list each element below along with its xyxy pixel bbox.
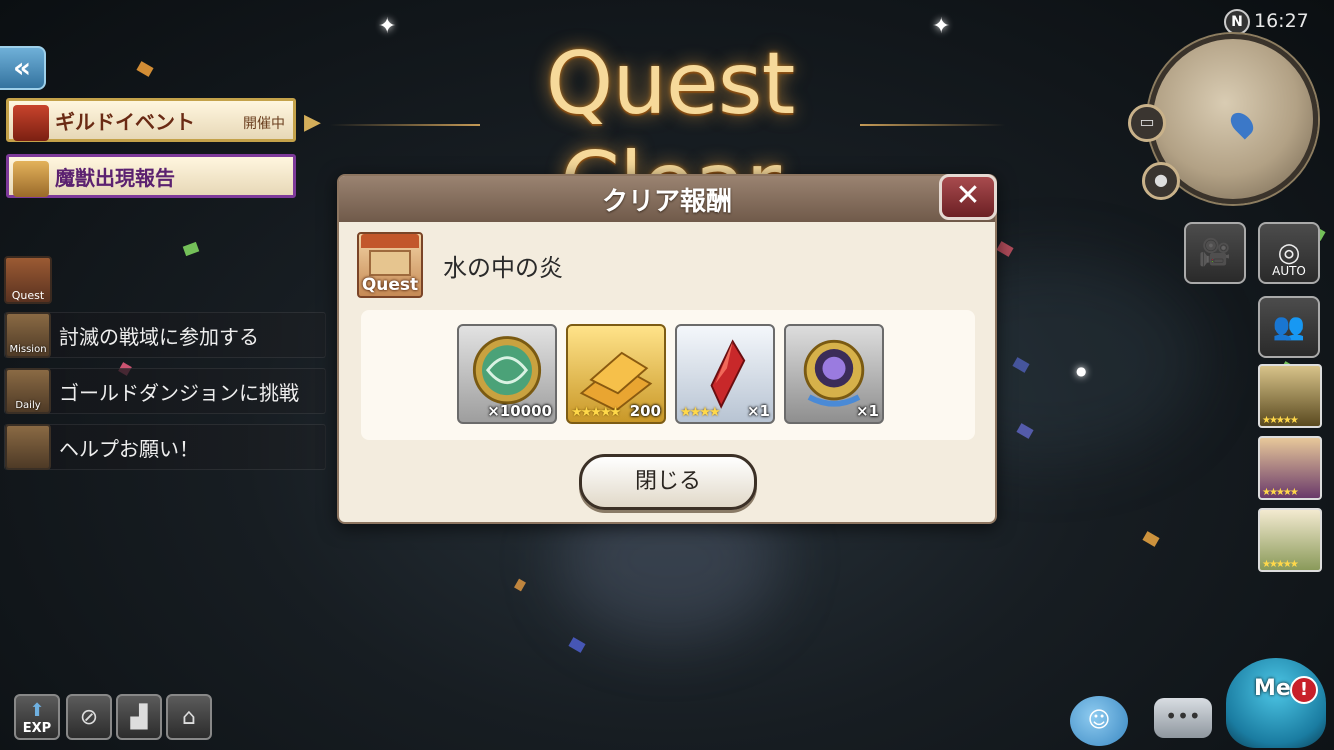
confetti	[568, 637, 586, 653]
exp-label: EXP	[22, 721, 52, 736]
arrow-up-icon: ⬆	[29, 699, 45, 721]
reward-quantity: ×1	[855, 402, 879, 420]
daily-tag: Daily	[15, 400, 41, 411]
party-portrait[interactable]: ★★★★★	[1258, 436, 1322, 500]
sparkle: ✦	[932, 14, 951, 39]
help-text: ヘルプお願い！	[59, 436, 199, 461]
party-members-icon: 👥	[1272, 312, 1306, 342]
reward-crystal[interactable]: ★★★★ ×1	[675, 324, 775, 424]
party-button[interactable]: 👥	[1258, 296, 1320, 358]
boots-button[interactable]: ▟	[116, 694, 162, 740]
boots-icon: ▟	[130, 704, 148, 730]
quest-menu-button[interactable]: Quest	[4, 256, 52, 304]
clock: 16:27	[1254, 10, 1309, 32]
mission-tag: Mission	[9, 344, 47, 355]
confetti	[996, 241, 1014, 257]
mission-text: 討滅の戦域に参加する	[59, 324, 259, 349]
reward-quantity: ×1	[746, 402, 770, 420]
sparkle: ●	[1076, 364, 1087, 378]
clear-reward-dialog: クリア報酬 ✕ Quest 水の中の炎 ×10000 ★★★★★ 200 ★★★…	[337, 174, 997, 524]
guild-event-label: ギルドイベント	[55, 109, 195, 134]
daily-icon: Daily	[5, 368, 51, 414]
coin-icon: ⊘	[79, 704, 99, 730]
reward-medal[interactable]: ×10000	[457, 324, 557, 424]
reward-spirit-stone[interactable]: ×1	[784, 324, 884, 424]
close-button[interactable]: ✕	[939, 174, 997, 220]
coin-button[interactable]: ⊘	[66, 694, 112, 740]
help-box-icon	[5, 424, 51, 470]
double-chevron-left-icon: «	[12, 51, 32, 84]
reward-rarity-stars: ★★★★★	[571, 405, 621, 420]
chat-dots-icon: •••	[1165, 704, 1201, 728]
reward-gold[interactable]: ★★★★★ 200	[566, 324, 666, 424]
portrait-stars: ★★★★★	[1262, 559, 1299, 570]
emote-button[interactable]: ☺	[1070, 696, 1128, 746]
daily-item[interactable]: Daily ゴールドダンジョンに挑戦	[4, 368, 326, 414]
cage-button[interactable]: ⌂	[166, 694, 212, 740]
quest-info: Quest 水の中の炎	[357, 232, 563, 298]
map-zoom-button[interactable]: ●	[1142, 162, 1180, 200]
mission-item[interactable]: Mission 討滅の戦域に参加する	[4, 312, 326, 358]
map-toggle-button[interactable]: ▭	[1128, 104, 1166, 142]
beast-report-label: 魔獣出現報告	[55, 165, 175, 190]
daily-text: ゴールドダンジョンに挑戦	[59, 380, 299, 405]
portrait-stars: ★★★★★	[1262, 487, 1299, 498]
auto-button[interactable]: ◎ AUTO	[1258, 222, 1320, 284]
mission-icon: Mission	[5, 312, 51, 358]
guild-flag-icon	[13, 105, 49, 141]
video-camera-icon: 🎥	[1198, 238, 1232, 268]
confetti	[182, 241, 200, 257]
dialog-header: クリア報酬	[339, 176, 995, 222]
reward-rarity-stars: ★★★★	[680, 405, 721, 420]
sparkle: ✦	[378, 14, 397, 39]
map-icon: ▭	[1139, 112, 1155, 131]
party-portrait[interactable]: ★★★★★	[1258, 364, 1322, 428]
quest-badge-icon: Quest	[357, 232, 423, 298]
help-item[interactable]: ヘルプお願い！	[4, 424, 326, 470]
auto-label: AUTO	[1272, 264, 1306, 278]
confetti	[136, 61, 154, 77]
reward-panel: ×10000 ★★★★★ 200 ★★★★ ×1 ×1	[361, 310, 975, 440]
quest-menu-label: Quest	[11, 289, 45, 302]
exp-button[interactable]: ⬆ EXP	[14, 694, 60, 740]
alert-badge-icon: !	[1290, 676, 1318, 704]
quest-badge-label: Quest	[361, 275, 419, 295]
player-marker-icon	[1226, 108, 1258, 140]
portrait-stars: ★★★★★	[1262, 415, 1299, 426]
compass-north-icon: N	[1224, 9, 1250, 35]
back-button[interactable]: «	[0, 46, 46, 90]
fox-mask-icon	[13, 161, 49, 197]
chat-button[interactable]: •••	[1154, 698, 1212, 738]
close-icon: ✕	[955, 178, 981, 213]
reward-quantity: 200	[629, 402, 661, 420]
guild-event-status: 開催中	[243, 116, 285, 132]
chevron-right-icon[interactable]: ▶	[304, 110, 321, 135]
pig-icon: ●	[1154, 170, 1168, 189]
confetti	[1142, 531, 1160, 547]
smiley-face-icon: ☺	[1087, 708, 1111, 733]
close-dialog-button[interactable]: 閉じる	[579, 454, 757, 510]
camera-button[interactable]: 🎥	[1184, 222, 1246, 284]
reward-quantity: ×10000	[487, 402, 552, 420]
guild-event-banner[interactable]: ギルドイベント 開催中	[6, 98, 296, 142]
cage-icon: ⌂	[182, 704, 196, 730]
confetti	[514, 578, 526, 592]
me-label: Me	[1254, 676, 1291, 701]
quest-name: 水の中の炎	[443, 253, 563, 282]
me-avatar-button[interactable]	[1226, 658, 1326, 748]
beast-report-banner[interactable]: 魔獣出現報告	[6, 154, 296, 198]
party-portrait[interactable]: ★★★★★	[1258, 508, 1322, 572]
